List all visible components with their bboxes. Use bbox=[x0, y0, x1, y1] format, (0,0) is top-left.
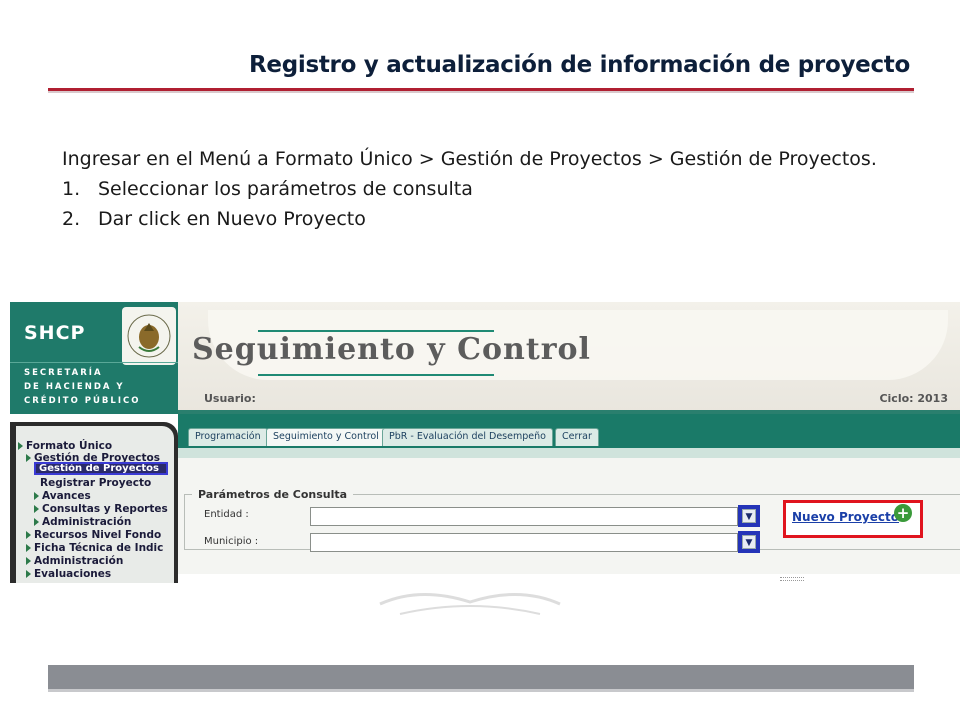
sidebar-item-ficha[interactable]: Ficha Técnica de Indic bbox=[26, 542, 163, 554]
chevron-down-icon: ▼ bbox=[742, 535, 756, 549]
municipio-label: Municipio : bbox=[204, 536, 259, 547]
usuario-label: Usuario: bbox=[204, 392, 256, 405]
resize-grip bbox=[780, 577, 804, 581]
instructions: Ingresar en el Menú a Formato Único > Ge… bbox=[62, 144, 882, 234]
step-text: Dar click en Nuevo Proyecto bbox=[98, 208, 366, 230]
emblem-watermark-icon bbox=[379, 593, 561, 615]
steps-list: 1. Seleccionar los parámetros de consulta… bbox=[62, 174, 882, 234]
arrow-right-icon bbox=[34, 492, 39, 500]
plus-icon[interactable]: + bbox=[894, 504, 912, 522]
sidebar-item-label: Consultas y Reportes bbox=[42, 503, 168, 515]
step-item: 1. Seleccionar los parámetros de consulta bbox=[62, 174, 882, 204]
shcp-logo: SHCP bbox=[24, 322, 86, 344]
sidebar-item-gestion-selected[interactable]: Gestión de Proyectos bbox=[34, 462, 168, 475]
shcp-divider bbox=[10, 362, 178, 363]
sidebar-item-label: Formato Único bbox=[26, 440, 113, 452]
sidebar-item-formato-unico[interactable]: Formato Único bbox=[18, 440, 112, 452]
arrow-right-icon bbox=[26, 454, 31, 462]
sidebar-item-recursos[interactable]: Recursos Nivel Fondo bbox=[26, 529, 161, 541]
sidebar-item-label: Ficha Técnica de Indic bbox=[34, 542, 164, 554]
intro-text: Ingresar en el Menú a Formato Único > Ge… bbox=[62, 148, 877, 170]
chevron-down-icon: ▼ bbox=[742, 509, 756, 523]
org-line: SECRETARÍA bbox=[24, 368, 103, 378]
ciclo-label: Ciclo: 2013 bbox=[879, 392, 948, 405]
entidad-dropdown-button[interactable]: ▼ bbox=[738, 505, 760, 527]
arrow-right-icon bbox=[26, 544, 31, 552]
slide-title: Registro y actualización de información … bbox=[249, 52, 910, 78]
shcp-brand-panel: SHCP SECRETARÍA DE HACIENDA Y CRÉDITO PÚ… bbox=[10, 302, 178, 414]
mexico-seal-icon bbox=[122, 307, 176, 365]
app-title: Seguimiento y Control bbox=[192, 332, 591, 367]
tab-programacion[interactable]: Programación bbox=[188, 428, 268, 446]
org-line: DE HACIENDA Y bbox=[24, 382, 125, 392]
sidebar-item-administracion-sub[interactable]: Administración bbox=[34, 516, 131, 528]
entidad-label: Entidad : bbox=[204, 509, 249, 520]
sidebar-item-consultas[interactable]: Consultas y Reportes bbox=[34, 503, 168, 515]
step-number: 2. bbox=[62, 208, 81, 230]
nuevo-proyecto-link[interactable]: Nuevo Proyecto bbox=[792, 510, 899, 524]
sidebar-item-label: Avances bbox=[42, 490, 91, 502]
sidebar-item-label: Administración bbox=[34, 555, 124, 567]
sidebar-item-registrar[interactable]: Registrar Proyecto bbox=[40, 477, 151, 489]
sidebar-item-label: Administración bbox=[42, 516, 132, 528]
tab-seguimiento[interactable]: Seguimiento y Control bbox=[266, 428, 386, 446]
arrow-right-icon bbox=[26, 570, 31, 578]
step-item: 2. Dar click en Nuevo Proyecto bbox=[62, 204, 882, 234]
banner-line bbox=[258, 374, 494, 376]
app-screenshot: SHCP SECRETARÍA DE HACIENDA Y CRÉDITO PÚ… bbox=[10, 302, 960, 583]
step-text: Seleccionar los parámetros de consulta bbox=[98, 178, 473, 200]
tab-pbr[interactable]: PbR - Evaluación del Desempeño bbox=[382, 428, 553, 446]
sidebar-item-label: Recursos Nivel Fondo bbox=[34, 529, 162, 541]
arrow-right-icon bbox=[34, 505, 39, 513]
sidebar-item-evaluaciones[interactable]: Evaluaciones bbox=[26, 568, 111, 580]
footer-shadow bbox=[48, 689, 914, 692]
entidad-select[interactable] bbox=[310, 507, 738, 526]
parametros-legend: Parámetros de Consulta bbox=[192, 488, 354, 501]
municipio-select[interactable] bbox=[310, 533, 738, 552]
municipio-dropdown-button[interactable]: ▼ bbox=[738, 531, 760, 553]
app-banner: Seguimiento y Control Usuario: Ciclo: 20… bbox=[178, 302, 960, 414]
content-bottom bbox=[178, 574, 960, 583]
arrow-right-icon bbox=[26, 531, 31, 539]
sidebar-item-label: Registrar Proyecto bbox=[40, 477, 152, 489]
menu-bar-shadow bbox=[178, 448, 960, 458]
sidebar-item-label: Evaluaciones bbox=[34, 568, 112, 580]
org-line: CRÉDITO PÚBLICO bbox=[24, 396, 141, 406]
sidebar-item-avances[interactable]: Avances bbox=[34, 490, 91, 502]
arrow-right-icon bbox=[26, 557, 31, 565]
tab-cerrar[interactable]: Cerrar bbox=[555, 428, 599, 446]
sidebar-item-administracion[interactable]: Administración bbox=[26, 555, 123, 567]
step-number: 1. bbox=[62, 178, 81, 200]
arrow-right-icon bbox=[34, 518, 39, 526]
footer-bar bbox=[48, 665, 914, 689]
title-underline-shadow bbox=[48, 91, 914, 93]
arrow-right-icon bbox=[18, 442, 23, 450]
